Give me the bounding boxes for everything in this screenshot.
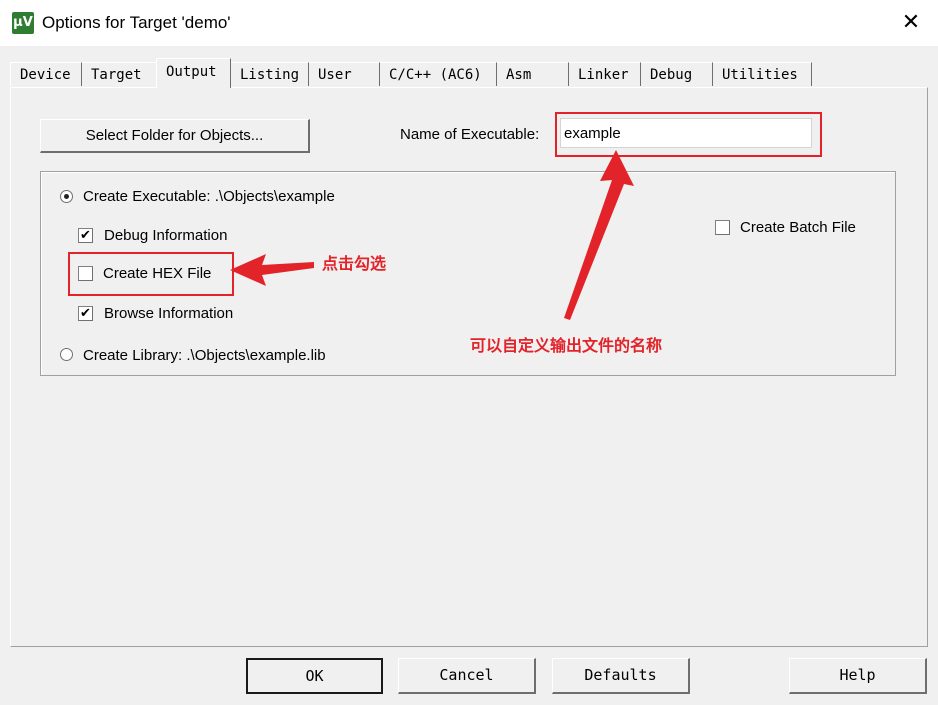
tab-user[interactable]: User [309,62,380,86]
select-folder-button[interactable]: Select Folder for Objects... [40,119,310,153]
tab-utilities[interactable]: Utilities [713,62,812,86]
create-library-radio[interactable] [60,348,73,361]
create-library-label: Create Library: .\Objects\example.lib [83,347,326,364]
tab-cpp[interactable]: C/C++ (AC6) [380,62,497,86]
tab-linker[interactable]: Linker [569,62,641,86]
cancel-button[interactable]: Cancel [398,658,536,694]
ok-button[interactable]: OK [246,658,383,694]
exe-name-highlight-box [555,112,822,157]
tab-asm[interactable]: Asm [497,62,569,86]
checkmark-icon: ✔ [80,306,91,321]
exe-annotation-text: 可以自定义输出文件的名称 [470,336,663,355]
debug-info-checkbox[interactable]: ✔ [78,228,93,243]
hex-annotation-text: 点击勾选 [322,254,387,273]
create-hex-checkbox[interactable] [78,266,93,281]
checkmark-icon: ✔ [80,228,91,243]
close-icon: ✕ [901,10,921,35]
defaults-button[interactable]: Defaults [552,658,690,694]
tab-device[interactable]: Device [10,62,82,86]
title-bar: µV Options for Target 'demo' ✕ [0,0,938,46]
tab-listing[interactable]: Listing [231,62,309,86]
browse-info-label: Browse Information [104,305,234,322]
create-hex-label: Create HEX File [103,265,212,282]
exe-name-label: Name of Executable: [400,126,540,143]
help-button[interactable]: Help [789,658,927,694]
window-title: Options for Target 'demo' [42,13,231,32]
radio-selected-dot [64,194,69,199]
tab-debug[interactable]: Debug [641,62,713,86]
tab-target[interactable]: Target [82,62,157,86]
create-executable-label: Create Executable: .\Objects\example [83,188,335,205]
close-button[interactable]: ✕ [894,8,928,38]
debug-info-label: Debug Information [104,227,228,244]
tab-output[interactable]: Output [156,58,231,88]
tab-strip: Device Target Output Listing User C/C++ … [10,58,930,88]
browse-info-checkbox[interactable]: ✔ [78,306,93,321]
create-batch-label: Create Batch File [740,219,856,236]
uvision-icon: µV [12,12,34,34]
create-executable-radio[interactable] [60,190,73,203]
create-batch-checkbox[interactable] [715,220,730,235]
